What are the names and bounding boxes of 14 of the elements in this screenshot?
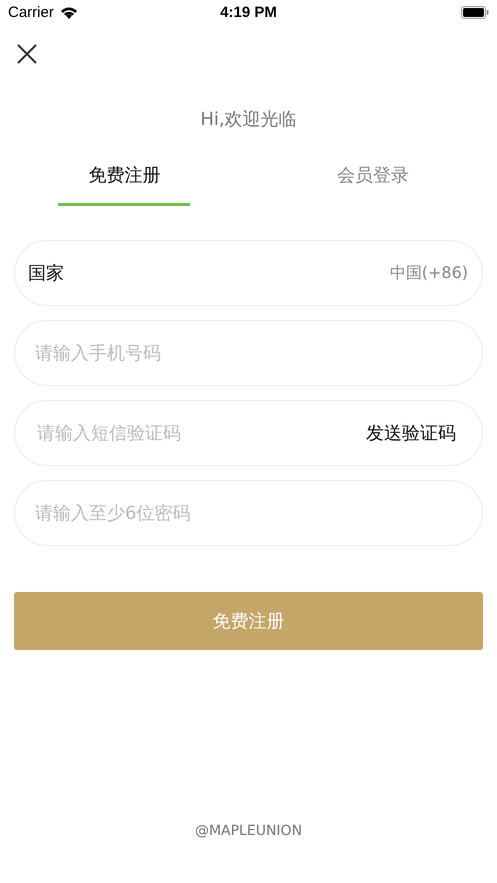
phone-field[interactable]: 请输入手机号码	[14, 320, 483, 386]
footer-text: @MAPLEUNION	[194, 823, 302, 839]
send-code-button[interactable]: 发送验证码	[366, 421, 468, 445]
greeting-text: Hi,欢迎光临	[200, 108, 297, 131]
status-time: 4:19 PM	[220, 4, 277, 21]
code-field[interactable]: 请输入短信验证码 发送验证码	[14, 400, 483, 466]
country-selector[interactable]: 国家 中国(+86)	[14, 240, 483, 306]
tab[interactable]: 免费注册	[0, 161, 248, 206]
tab[interactable]: 会员登录	[248, 161, 497, 206]
battery-icon	[461, 6, 489, 19]
password-field[interactable]: 请输入至少6位密码	[14, 480, 483, 546]
carrier-name: Carrier	[8, 4, 54, 21]
wifi-icon	[60, 6, 78, 19]
close-icon	[16, 43, 38, 65]
